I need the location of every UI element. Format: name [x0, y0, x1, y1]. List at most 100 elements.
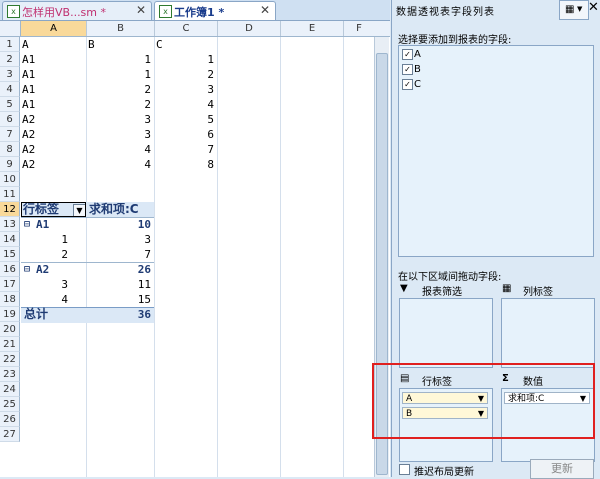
row-header[interactable]: 19 — [0, 307, 20, 322]
pivot-group-total[interactable]: 10 — [87, 217, 154, 232]
cell[interactable]: 3 — [87, 112, 154, 127]
cell[interactable]: 1 — [155, 52, 217, 67]
row-header[interactable]: 14 — [0, 232, 20, 247]
row-header[interactable]: 10 — [0, 172, 20, 187]
field-label[interactable]: C — [414, 79, 421, 90]
pivot-item-label[interactable]: 4 — [21, 292, 71, 307]
pivot-item-value[interactable]: 15 — [87, 292, 154, 307]
row-header[interactable]: 16 — [0, 262, 20, 277]
cell[interactable]: 7 — [155, 142, 217, 157]
row-header[interactable]: 4 — [0, 82, 20, 97]
row-header[interactable]: 17 — [0, 277, 20, 292]
row-header[interactable]: 20 — [0, 322, 20, 337]
pivot-group-label[interactable]: A1 — [36, 217, 76, 232]
pivot-item-label[interactable]: 1 — [21, 232, 71, 247]
cell[interactable]: 4 — [155, 97, 217, 112]
defer-update-checkbox[interactable] — [399, 464, 410, 475]
collapse-icon[interactable]: ⊟ — [24, 217, 34, 232]
layout-options-button[interactable]: ▦ ▼ — [559, 0, 589, 20]
row-header[interactable]: 24 — [0, 382, 20, 397]
cell[interactable]: 8 — [155, 157, 217, 172]
cell[interactable]: 6 — [155, 127, 217, 142]
cell[interactable]: A — [22, 37, 86, 52]
filter-icon: ▼ — [400, 283, 408, 294]
cell[interactable]: 1 — [87, 67, 154, 82]
row-header[interactable]: 26 — [0, 412, 20, 427]
cell[interactable]: 4 — [87, 157, 154, 172]
column-header-c[interactable]: C — [155, 21, 218, 36]
cell[interactable]: A2 — [22, 127, 86, 142]
collapse-icon[interactable]: ⊟ — [24, 262, 34, 277]
pivot-item-value[interactable]: 7 — [87, 247, 154, 262]
row-header[interactable]: 27 — [0, 427, 20, 442]
row-header[interactable]: 9 — [0, 157, 20, 172]
field-checkbox-b[interactable]: ✓ — [402, 64, 413, 75]
field-checkbox-a[interactable]: ✓ — [402, 49, 413, 60]
row-header[interactable]: 2 — [0, 52, 20, 67]
worksheet[interactable]: A B C D E F 1 2 3 4 5 6 7 8 9 10 11 12 1… — [0, 21, 390, 477]
row-header[interactable]: 23 — [0, 367, 20, 382]
pivot-item-value[interactable]: 11 — [87, 277, 154, 292]
tab-workbook1[interactable]: x 工作簿1 * ✕ — [154, 1, 276, 20]
pivot-group-total[interactable]: 26 — [87, 262, 154, 277]
cell[interactable]: 3 — [155, 82, 217, 97]
row-header[interactable]: 11 — [0, 187, 20, 202]
report-filter-area[interactable] — [399, 298, 493, 368]
pivot-item-value[interactable]: 3 — [87, 232, 154, 247]
pivot-item-label[interactable]: 3 — [21, 277, 71, 292]
column-header-f[interactable]: F — [344, 21, 375, 36]
defer-update-label: 推迟布局更新 — [414, 467, 474, 478]
row-header[interactable]: 12 — [0, 202, 20, 217]
close-icon[interactable]: ✕ — [260, 3, 270, 17]
column-header-e[interactable]: E — [281, 21, 344, 36]
cell[interactable]: A1 — [22, 97, 86, 112]
pivot-grand-total[interactable]: 36 — [87, 307, 154, 322]
cell[interactable]: A1 — [22, 67, 86, 82]
cell[interactable]: A2 — [22, 157, 86, 172]
select-all-corner[interactable] — [0, 21, 21, 36]
cell[interactable]: 4 — [87, 142, 154, 157]
row-header[interactable]: 21 — [0, 337, 20, 352]
row-header[interactable]: 15 — [0, 247, 20, 262]
update-button[interactable]: 更新 — [530, 459, 594, 479]
choose-fields-label: 选择要添加到报表的字段: — [398, 35, 512, 46]
pivot-value-header: 求和项:C — [89, 202, 139, 216]
tab-workbook-vba[interactable]: x 怎样用VB...sm * ✕ — [2, 1, 152, 20]
cell[interactable]: A2 — [22, 142, 86, 157]
row-header[interactable]: 7 — [0, 127, 20, 142]
row-header[interactable]: 1 — [0, 37, 20, 52]
pivot-group-label[interactable]: A2 — [36, 262, 76, 277]
row-header[interactable]: 5 — [0, 97, 20, 112]
field-checkbox-c[interactable]: ✓ — [402, 79, 413, 90]
column-header-b[interactable]: B — [87, 21, 155, 36]
cell[interactable]: C — [156, 37, 217, 52]
cell[interactable]: A2 — [22, 112, 86, 127]
row-header[interactable]: 6 — [0, 112, 20, 127]
close-icon[interactable]: ✕ — [136, 3, 146, 17]
column-header-d[interactable]: D — [218, 21, 281, 36]
row-header[interactable]: 22 — [0, 352, 20, 367]
cell[interactable]: 1 — [87, 52, 154, 67]
field-label[interactable]: A — [414, 49, 421, 60]
cell[interactable]: A1 — [22, 52, 86, 67]
row-header[interactable]: 18 — [0, 292, 20, 307]
cell[interactable]: 2 — [155, 67, 217, 82]
pivot-item-label[interactable]: 2 — [21, 247, 71, 262]
cell[interactable]: B — [88, 37, 154, 52]
pivot-grand-label[interactable]: 总计 — [24, 307, 74, 322]
cell[interactable]: 5 — [155, 112, 217, 127]
close-icon[interactable]: ✕ — [588, 0, 599, 15]
cell[interactable]: 2 — [87, 97, 154, 112]
grid-line — [217, 37, 218, 477]
row-header[interactable]: 25 — [0, 397, 20, 412]
column-labels-area[interactable] — [501, 298, 595, 368]
row-header[interactable]: 8 — [0, 142, 20, 157]
column-header-a[interactable]: A — [21, 21, 87, 36]
row-header[interactable]: 3 — [0, 67, 20, 82]
field-label[interactable]: B — [414, 64, 421, 75]
workbook-tab-bar: x 怎样用VB...sm * ✕ x 工作簿1 * ✕ — [0, 0, 390, 21]
cell[interactable]: 2 — [87, 82, 154, 97]
cell[interactable]: 3 — [87, 127, 154, 142]
cell[interactable]: A1 — [22, 82, 86, 97]
row-header[interactable]: 13 — [0, 217, 20, 232]
